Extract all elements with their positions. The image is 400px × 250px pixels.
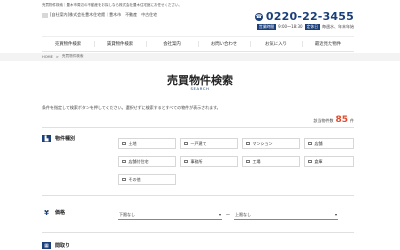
type-checkbox-land[interactable]: 土地 xyxy=(118,138,176,149)
price-label: ¥ 価格 xyxy=(42,208,66,217)
checkbox-icon xyxy=(184,159,188,164)
type-checkbox-office[interactable]: 事務所 xyxy=(180,156,238,167)
type-checkbox-house[interactable]: 一戸建て xyxy=(180,138,238,149)
logo-image-icon xyxy=(42,12,48,18)
checkbox-icon xyxy=(246,159,250,164)
nav-item-sale-search[interactable]: 売買物件検索 xyxy=(42,37,94,51)
checkbox-icon xyxy=(308,141,312,146)
divider xyxy=(42,232,354,233)
chevron-down-icon: ▾ xyxy=(334,212,337,217)
checkbox-icon xyxy=(184,141,188,146)
holiday-badge: 定休日 xyxy=(304,24,320,30)
hours-text: 9:00～18:30 xyxy=(278,24,303,29)
breadcrumb-current: 売買物件検索 xyxy=(61,54,84,58)
site-logo[interactable]: [自社案内]株式会社豊木住宅館｜豊木市 不動産 中古住宅 xyxy=(42,12,157,18)
property-type-label-text: 物件種別 xyxy=(55,136,76,142)
chevron-down-icon: ▾ xyxy=(218,212,221,217)
checkbox-label: 事務所 xyxy=(190,158,203,164)
price-range-separator: ～ xyxy=(226,212,230,217)
phone-contact[interactable]: ☎ 0220-22-3455 xyxy=(254,10,354,23)
checkbox-icon xyxy=(122,159,126,164)
result-count: 該当物件数 85 件 xyxy=(313,115,354,125)
property-type-label: ▙ 物件種別 xyxy=(42,135,75,142)
price-max-value: 上限なし xyxy=(235,211,251,217)
checkbox-label: 土地 xyxy=(128,140,137,146)
breadcrumb-separator: > xyxy=(55,54,59,59)
price-min-value: 下限なし xyxy=(119,211,135,217)
layout-label-text: 間取り xyxy=(55,243,71,249)
checkbox-label: 店舗付住宅 xyxy=(128,158,149,164)
checkbox-icon xyxy=(122,177,126,182)
nav-item-company[interactable]: 会社案内 xyxy=(146,37,198,51)
phone-number: 0220-22-3455 xyxy=(265,10,354,23)
top-note: 売買物件検索｜豊木市周辺の不動産をお探しなら株式会社豊木住宅館にお任せください。 xyxy=(42,3,182,7)
type-checkbox-warehouse[interactable]: 倉庫 xyxy=(304,156,354,167)
type-checkbox-mansion[interactable]: マンション xyxy=(242,138,300,149)
price-max-select[interactable]: 上限なし ▾ xyxy=(234,210,338,220)
price-label-text: 価格 xyxy=(55,210,66,216)
checkbox-icon xyxy=(122,141,126,146)
nav-item-favorites[interactable]: お気に入り xyxy=(250,37,302,51)
building-icon: ▙ xyxy=(42,135,51,142)
page-subtitle: SEARCH xyxy=(190,86,210,91)
main-nav: 売買物件検索 賃貸物件検索 会社案内 お問い合わせ お気に入り 最近見た物件 xyxy=(42,36,354,52)
yen-icon: ¥ xyxy=(44,208,49,217)
count-label: 該当物件数 xyxy=(313,118,334,123)
checkbox-label: マンション xyxy=(252,140,273,146)
checkbox-label: その他 xyxy=(128,176,141,182)
breadcrumb-home[interactable]: HOME xyxy=(42,55,53,59)
nav-item-contact[interactable]: お問い合わせ xyxy=(198,37,250,51)
divider xyxy=(42,195,354,196)
hours-badge: 営業時間 xyxy=(256,24,277,30)
holiday-text: 毎週水、年末年始 xyxy=(322,24,354,29)
type-checkbox-store-house[interactable]: 店舗付住宅 xyxy=(118,156,176,167)
breadcrumb: HOME > 売買物件検索 xyxy=(42,54,83,59)
checkbox-label: 店舗 xyxy=(314,140,323,146)
count-unit: 件 xyxy=(350,118,354,123)
type-checkbox-other[interactable]: その他 xyxy=(118,174,176,185)
count-number: 85 xyxy=(335,115,348,125)
price-min-select[interactable]: 下限なし ▾ xyxy=(118,210,222,220)
phone-icon: ☎ xyxy=(254,12,263,21)
business-hours: 営業時間 9:00～18:30 定休日 毎週水、年末年始 xyxy=(256,24,354,30)
checkbox-label: 工場 xyxy=(252,158,261,164)
nav-item-rent-search[interactable]: 賃貸物件検索 xyxy=(94,37,146,51)
checkbox-icon xyxy=(246,141,250,146)
divider xyxy=(42,127,354,128)
logo-text: [自社案内]株式会社豊木住宅館｜豊木市 不動産 中古住宅 xyxy=(50,12,158,17)
layout-label: ▦ 間取り xyxy=(42,242,70,249)
type-checkbox-store[interactable]: 店舗 xyxy=(304,138,354,149)
search-description: 条件を指定して検索ボタンを押してください。選択せずに検索するとすべての物件が表示… xyxy=(42,105,221,110)
checkbox-label: 一戸建て xyxy=(190,140,207,146)
checkbox-icon xyxy=(308,159,312,164)
floorplan-icon: ▦ xyxy=(42,242,51,249)
nav-item-recent[interactable]: 最近見た物件 xyxy=(302,37,354,51)
checkbox-label: 倉庫 xyxy=(314,158,323,164)
type-checkbox-factory[interactable]: 工場 xyxy=(242,156,300,167)
